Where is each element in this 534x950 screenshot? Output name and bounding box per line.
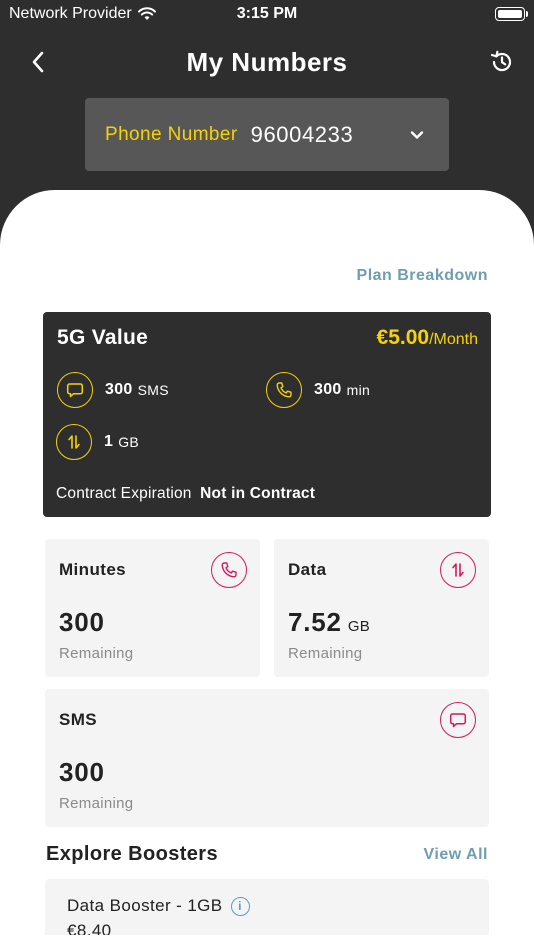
usage-amount-data: 7.52 GB (288, 607, 370, 638)
phone-icon (211, 552, 247, 588)
contract-expiration: Contract Expiration Not in Contract (56, 485, 315, 503)
usage-value-sms: 300 (59, 757, 105, 787)
chat-bubble-icon (440, 702, 476, 738)
booster-name-row: Data Booster - 1GB i (67, 896, 250, 916)
phone-number-label: Phone Number (105, 123, 238, 145)
history-icon (490, 50, 512, 72)
usage-amount-minutes: 300 (59, 607, 111, 638)
allowance-sms: 300 SMS (57, 372, 169, 408)
allowance-data-value: 1 (104, 433, 114, 450)
usage-remaining-sms: Remaining (59, 795, 134, 812)
usage-card-sms[interactable]: SMS 300 Remaining (45, 689, 489, 827)
page-title: My Numbers (186, 47, 348, 77)
phone-icon (266, 372, 302, 408)
booster-name: Data Booster - 1GB (67, 896, 223, 915)
allowance-minutes: 300 min (266, 372, 370, 408)
view-all-link[interactable]: View All (424, 846, 488, 864)
phone-number-value: 96004233 (250, 121, 354, 147)
allowance-data: 1 GB (56, 424, 139, 460)
usage-card-data[interactable]: Data 7.52 GB Remaining (274, 539, 489, 677)
usage-title-sms: SMS (59, 710, 98, 729)
allowance-minutes-value: 300 (314, 381, 342, 398)
price-period: /Month (429, 331, 478, 348)
allowance-sms-value: 300 (105, 381, 133, 398)
usage-value-minutes: 300 (59, 607, 105, 637)
allowance-data-unit: GB (118, 434, 140, 450)
usage-remaining-minutes: Remaining (59, 645, 134, 662)
usage-card-minutes[interactable]: Minutes 300 Remaining (45, 539, 260, 677)
data-arrows-icon (56, 424, 92, 460)
chevron-down-icon (405, 123, 429, 147)
usage-value-data: 7.52 (288, 607, 342, 637)
allowance-minutes-unit: min (346, 382, 371, 398)
chat-bubble-icon (57, 372, 93, 408)
allowance-sms-unit: SMS (137, 382, 169, 398)
status-time: 3:15 PM (236, 5, 298, 22)
contract-value: Not in Contract (200, 485, 316, 502)
usage-title-minutes: Minutes (59, 560, 127, 579)
history-button[interactable] (486, 46, 518, 78)
screen: Network Provider 3:15 PM My Numbers Phon… (0, 0, 534, 950)
battery-level (498, 10, 522, 18)
plan-price: €5.00 /Month (377, 326, 478, 350)
usage-remaining-data: Remaining (288, 645, 363, 662)
plan-name: 5G Value (57, 326, 149, 349)
boosters-section-title: Explore Boosters (46, 843, 219, 865)
bottom-edge (0, 935, 534, 950)
battery-icon (495, 7, 528, 21)
usage-unit-data: GB (347, 618, 371, 635)
data-arrows-icon (440, 552, 476, 588)
contract-label: Contract Expiration (56, 485, 192, 502)
header: My Numbers (0, 40, 534, 86)
price-amount: €5.00 (376, 326, 430, 349)
info-icon[interactable]: i (230, 896, 250, 916)
usage-title-data: Data (288, 560, 327, 579)
plan-breakdown-link[interactable]: Plan Breakdown (357, 267, 488, 285)
plan-card: 5G Value €5.00 /Month 300 SMS 300 min 1 … (43, 312, 491, 517)
phone-number-dropdown[interactable]: Phone Number 96004233 (85, 98, 449, 171)
status-bar: Network Provider 3:15 PM (0, 0, 534, 30)
usage-amount-sms: 300 (59, 757, 111, 788)
